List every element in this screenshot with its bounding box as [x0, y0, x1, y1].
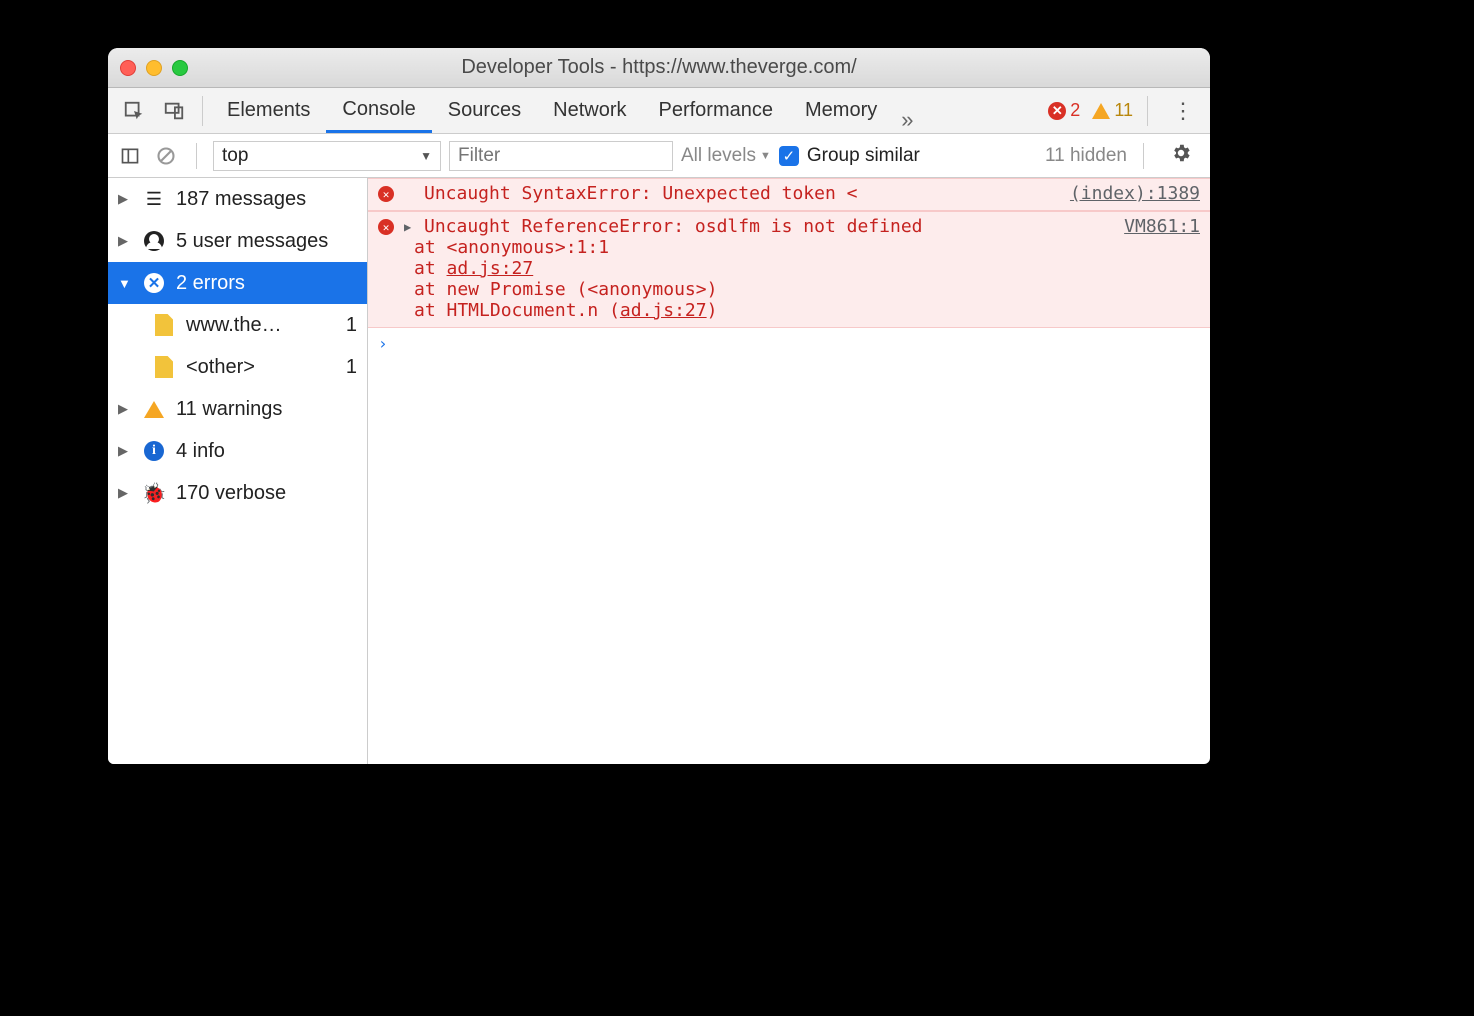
stack-frame: at <anonymous>:1:1 [414, 237, 1200, 258]
group-similar-checkbox[interactable]: ✓ Group similar [779, 145, 920, 167]
expand-icon: ▶ [118, 233, 132, 249]
warning-icon [1092, 103, 1110, 119]
separator [196, 143, 197, 169]
clear-console-icon[interactable] [152, 142, 180, 170]
levels-label: All levels [681, 145, 756, 167]
console-error-message[interactable]: ✕ ▶ Uncaught ReferenceError: osdlfm is n… [368, 211, 1210, 328]
tab-list: Elements Console Sources Network Perform… [211, 88, 921, 133]
error-icon: ✕ [378, 183, 396, 204]
sidebar-label: <other> [186, 356, 255, 379]
dropdown-icon: ▼ [420, 149, 432, 163]
devtools-tabs: Elements Console Sources Network Perform… [108, 88, 1210, 134]
info-icon: i [142, 441, 166, 461]
message-source-link[interactable]: VM861:1 [1124, 216, 1200, 237]
error-badge[interactable]: ✕ 2 [1048, 100, 1080, 121]
separator [202, 96, 203, 126]
source-link[interactable]: ad.js:27 [620, 300, 707, 321]
separator [1147, 96, 1148, 126]
more-tabs-icon[interactable]: » [893, 107, 921, 133]
console-output[interactable]: ✕ Uncaught SyntaxError: Unexpected token… [368, 178, 1210, 764]
console-main: ▶ ☰ 187 messages ▶ 5 user messages ▼ ✕ 2… [108, 178, 1210, 764]
count: 1 [346, 356, 357, 379]
user-icon [142, 231, 166, 251]
error-icon: ✕ [1048, 102, 1066, 120]
console-error-message[interactable]: ✕ Uncaught SyntaxError: Unexpected token… [368, 178, 1210, 211]
console-prompt[interactable]: › [368, 328, 1210, 359]
sidebar-error-source-1[interactable]: www.the… 1 [108, 304, 367, 346]
error-icon: ✕ [378, 216, 396, 237]
toggle-sidebar-icon[interactable] [116, 142, 144, 170]
expand-icon: ▶ [118, 401, 132, 417]
stack-frame: at new Promise (<anonymous>) [414, 279, 1200, 300]
context-selector[interactable]: top ▼ [213, 141, 441, 171]
group-similar-label: Group similar [807, 145, 920, 167]
warning-icon [142, 401, 166, 418]
console-toolbar: top ▼ All levels ▼ ✓ Group similar 11 hi… [108, 134, 1210, 178]
expand-icon[interactable]: ▶ [404, 220, 416, 237]
stack-frame: at ad.js:27 [414, 258, 1200, 279]
context-value: top [222, 145, 248, 167]
expand-icon: ▶ [118, 485, 132, 501]
console-settings-icon[interactable] [1160, 142, 1202, 170]
warning-badge[interactable]: 11 [1092, 100, 1133, 121]
error-icon: ✕ [142, 273, 166, 293]
dropdown-icon: ▼ [760, 150, 771, 162]
sidebar-item-info[interactable]: ▶ i 4 info [108, 430, 367, 472]
sidebar-label: 170 verbose [176, 482, 286, 505]
window-title: Developer Tools - https://www.theverge.c… [108, 56, 1210, 79]
count: 1 [346, 314, 357, 337]
collapse-icon: ▼ [118, 276, 132, 291]
sidebar-label: 187 messages [176, 188, 306, 211]
sidebar-item-warnings[interactable]: ▶ 11 warnings [108, 388, 367, 430]
sidebar-label: 5 user messages [176, 230, 328, 253]
inspect-element-icon[interactable] [118, 95, 150, 127]
hidden-count[interactable]: 11 hidden [1045, 145, 1127, 167]
sidebar-label: 11 warnings [176, 398, 282, 421]
file-icon [152, 314, 176, 336]
spacer [404, 187, 416, 204]
stack-trace: at <anonymous>:1:1 at ad.js:27 at new Pr… [378, 237, 1200, 321]
titlebar: Developer Tools - https://www.theverge.c… [108, 48, 1210, 88]
sidebar-error-source-2[interactable]: <other> 1 [108, 346, 367, 388]
sidebar-item-errors[interactable]: ▼ ✕ 2 errors [108, 262, 367, 304]
stack-frame: at HTMLDocument.n (ad.js:27) [414, 300, 1200, 321]
sidebar-label: 4 info [176, 440, 225, 463]
device-toolbar-icon[interactable] [158, 95, 190, 127]
checkbox-checked-icon: ✓ [779, 146, 799, 166]
tab-network[interactable]: Network [537, 88, 642, 133]
tab-memory[interactable]: Memory [789, 88, 893, 133]
log-levels-dropdown[interactable]: All levels ▼ [681, 145, 771, 167]
console-sidebar: ▶ ☰ 187 messages ▶ 5 user messages ▼ ✕ 2… [108, 178, 368, 764]
message-source-link[interactable]: (index):1389 [1070, 183, 1200, 204]
settings-menu-icon[interactable]: ⋮ [1162, 98, 1204, 124]
message-text: Uncaught ReferenceError: osdlfm is not d… [424, 216, 1108, 237]
message-text: Uncaught SyntaxError: Unexpected token < [424, 183, 1054, 204]
tab-performance[interactable]: Performance [643, 88, 790, 133]
sidebar-item-messages[interactable]: ▶ ☰ 187 messages [108, 178, 367, 220]
error-count: 2 [1070, 100, 1080, 121]
tab-sources[interactable]: Sources [432, 88, 537, 133]
list-icon: ☰ [142, 189, 166, 210]
tab-console[interactable]: Console [326, 88, 431, 133]
bug-icon: 🐞 [142, 481, 166, 506]
sidebar-item-verbose[interactable]: ▶ 🐞 170 verbose [108, 472, 367, 514]
filter-input[interactable] [449, 141, 673, 171]
expand-icon: ▶ [118, 191, 132, 207]
sidebar-item-user-messages[interactable]: ▶ 5 user messages [108, 220, 367, 262]
sidebar-label: 2 errors [176, 272, 245, 295]
separator [1143, 143, 1144, 169]
devtools-window: Developer Tools - https://www.theverge.c… [108, 48, 1210, 764]
file-icon [152, 356, 176, 378]
expand-icon: ▶ [118, 443, 132, 459]
source-link[interactable]: ad.js:27 [447, 258, 534, 279]
tab-elements[interactable]: Elements [211, 88, 326, 133]
tab-status: ✕ 2 11 ⋮ [1048, 96, 1204, 126]
sidebar-label: www.the… [186, 314, 282, 337]
warning-count: 11 [1114, 100, 1133, 121]
